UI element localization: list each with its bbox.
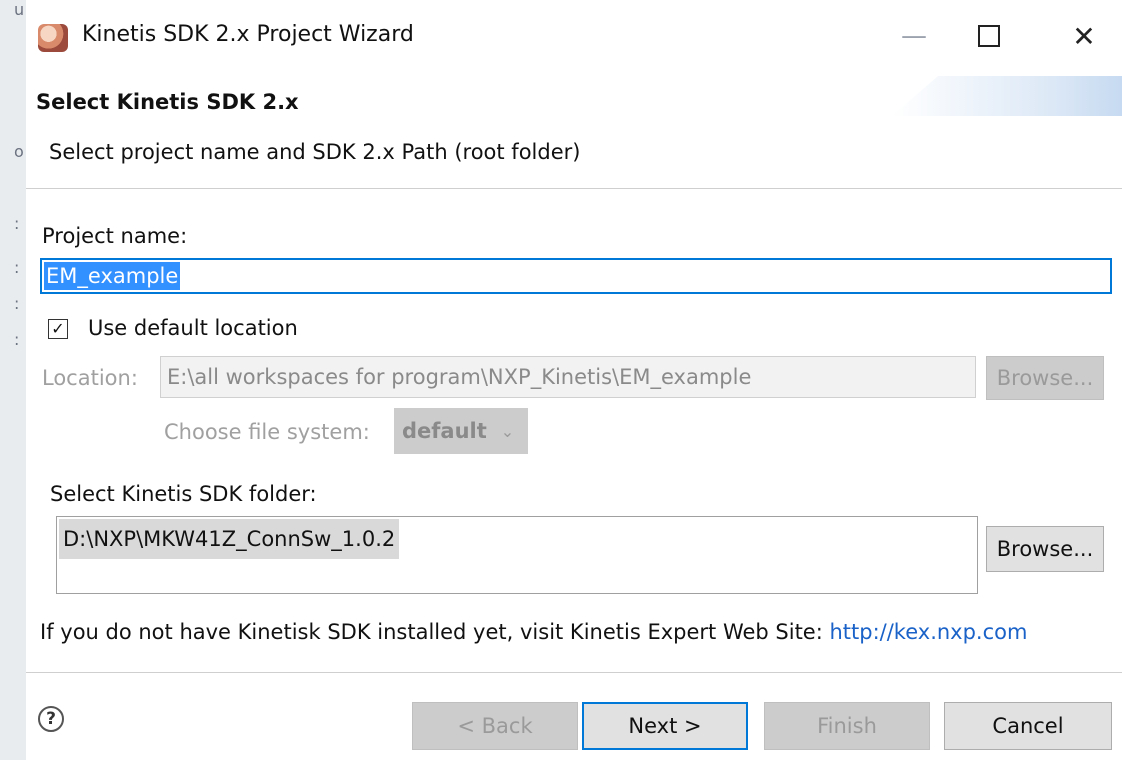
project-name-input[interactable]: EM_example [40, 258, 1112, 294]
sdk-browse-button[interactable]: Browse... [986, 526, 1104, 572]
sdk-folder-value: D:\NXP\MKW41Z_ConnSw_1.0.2 [59, 519, 400, 559]
checkmark-icon: ✓ [51, 319, 65, 338]
background-glyph: : [14, 214, 20, 233]
help-icon[interactable]: ? [38, 706, 64, 732]
title-bar[interactable]: Kinetis SDK 2.x Project Wizard — ✕ [26, 0, 1122, 76]
page-description: Select project name and SDK 2.x Path (ro… [49, 140, 581, 164]
background-glyph: o [14, 142, 24, 161]
file-system-value: default [402, 419, 487, 443]
background-glyph: : [14, 258, 20, 277]
sdk-info-text: If you do not have Kinetisk SDK installe… [40, 620, 1027, 644]
maximize-button[interactable] [961, 10, 1017, 62]
chevron-down-icon: ⌄ [500, 421, 515, 441]
project-wizard-dialog: Kinetis SDK 2.x Project Wizard — ✕ Selec… [26, 0, 1122, 760]
close-icon: ✕ [1072, 19, 1096, 53]
location-input[interactable]: E:\all workspaces for program\NXP_Kineti… [160, 356, 976, 398]
window-title: Kinetis SDK 2.x Project Wizard [82, 22, 414, 47]
sdk-folder-input[interactable]: D:\NXP\MKW41Z_ConnSw_1.0.2 [56, 516, 978, 594]
page-title: Select Kinetis SDK 2.x [36, 90, 299, 114]
background-window: u o : : : : [0, 0, 27, 760]
use-default-location-checkbox[interactable]: ✓ [48, 319, 68, 339]
project-name-value: EM_example [44, 262, 181, 290]
kex-link[interactable]: http://kex.nxp.com [829, 620, 1027, 644]
back-button[interactable]: < Back [412, 702, 578, 750]
background-glyph: : [14, 294, 20, 313]
sdk-folder-label: Select Kinetis SDK folder: [50, 482, 317, 506]
use-default-location-label[interactable]: Use default location [88, 316, 298, 340]
wizard-banner: Select Kinetis SDK 2.x Select project na… [26, 76, 1122, 188]
finish-button[interactable]: Finish [764, 702, 930, 750]
banner-decoration [892, 76, 1122, 116]
minimize-button[interactable]: — [886, 10, 942, 62]
location-label: Location: [42, 366, 138, 390]
cancel-button[interactable]: Cancel [944, 702, 1112, 750]
close-button[interactable]: ✕ [1056, 10, 1112, 62]
sdk-info-message: If you do not have Kinetisk SDK installe… [40, 620, 830, 644]
maximize-icon [978, 25, 1000, 47]
app-icon [38, 24, 68, 52]
background-glyph: u [14, 0, 25, 19]
footer-divider [26, 672, 1122, 673]
next-button[interactable]: Next > [582, 702, 748, 750]
background-glyph: : [14, 330, 20, 349]
project-name-label: Project name: [42, 224, 188, 248]
banner-divider [26, 188, 1122, 189]
file-system-label: Choose file system: [164, 420, 370, 444]
minimize-icon: — [901, 21, 927, 51]
file-system-select[interactable]: default ⌄ [394, 408, 528, 454]
location-browse-button[interactable]: Browse... [986, 356, 1104, 400]
